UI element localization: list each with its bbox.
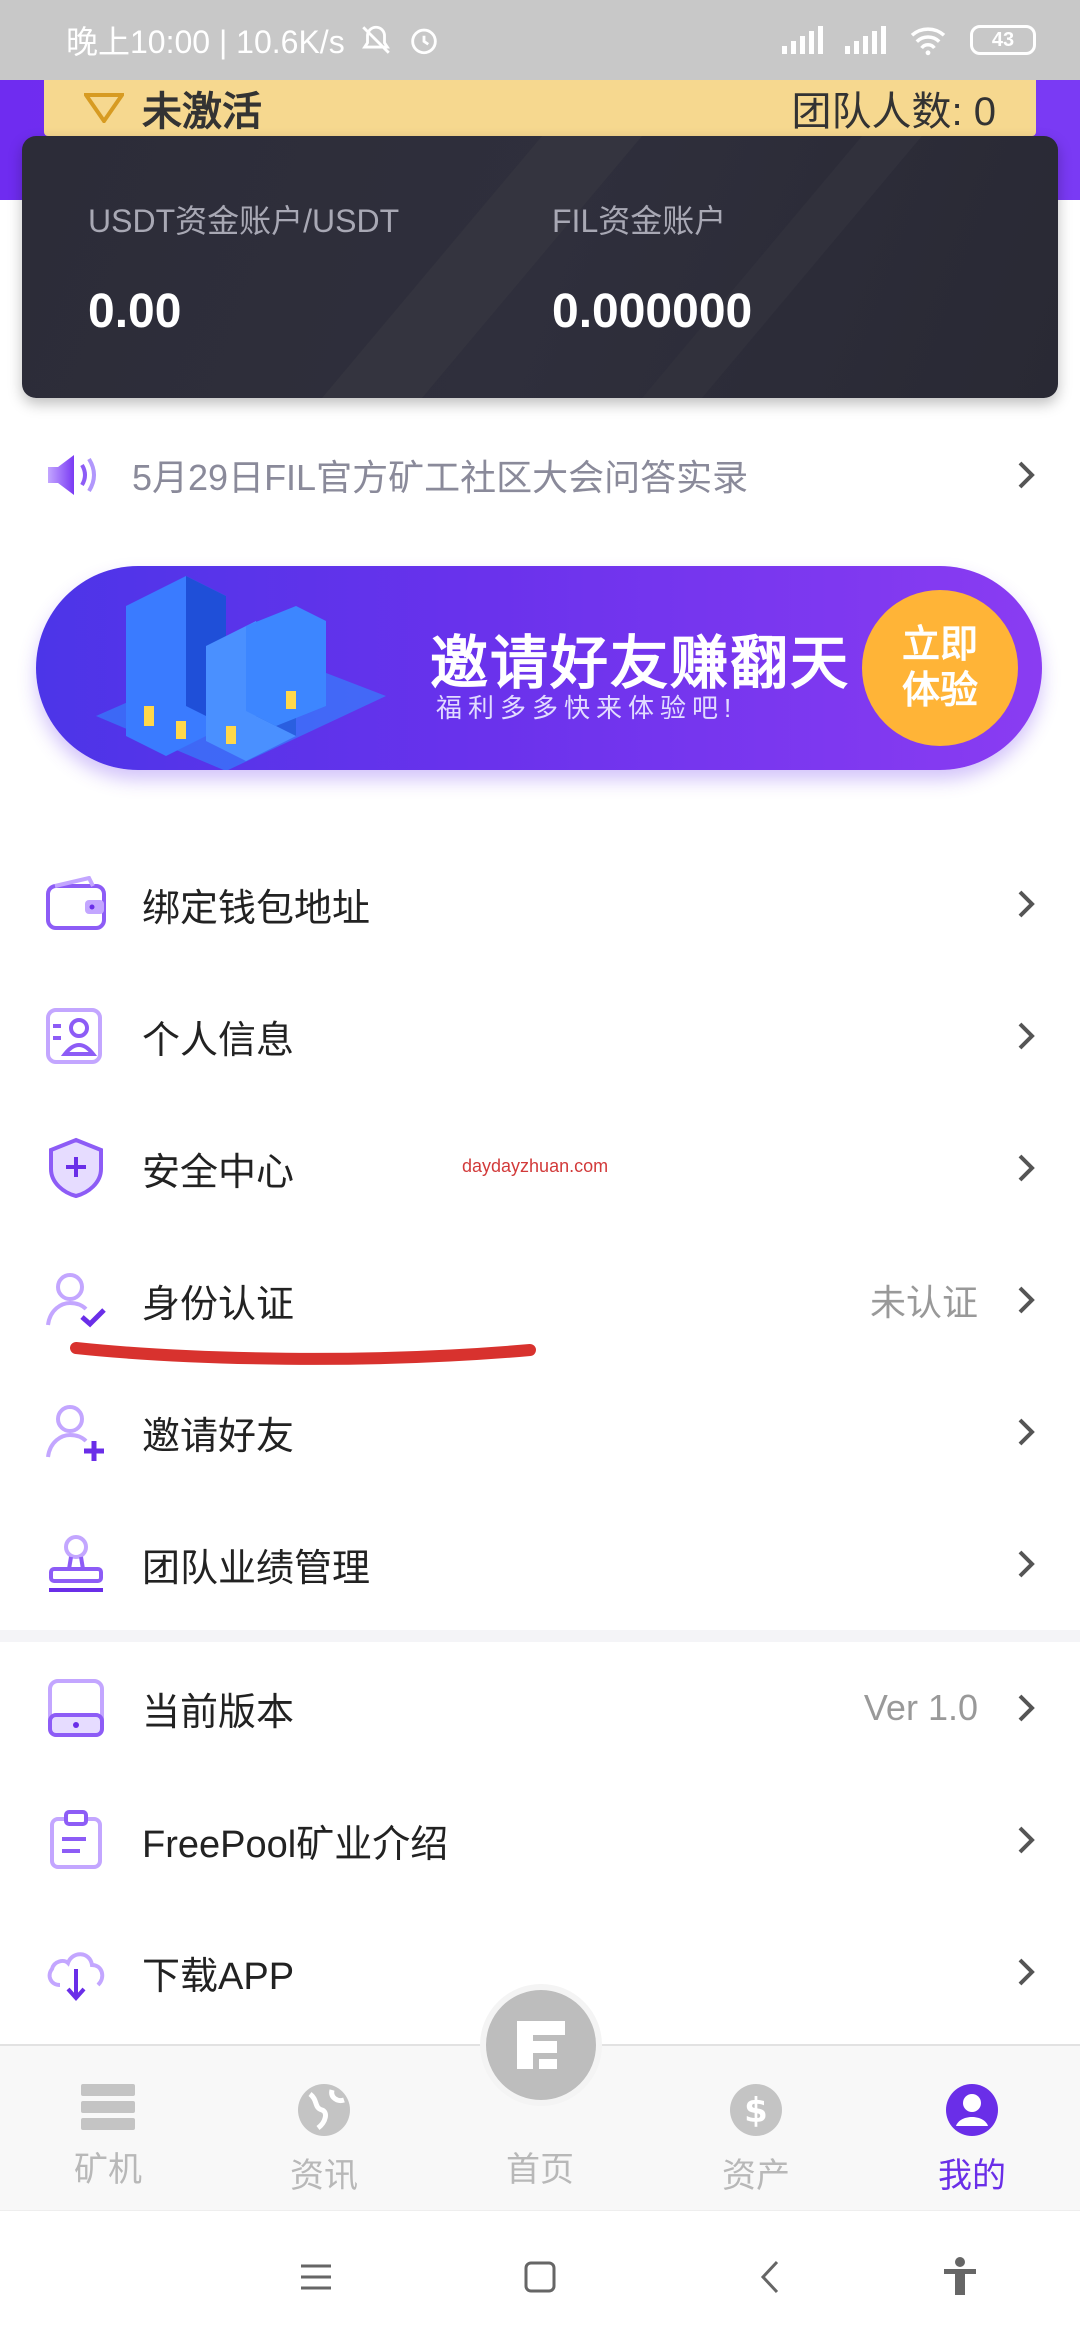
- banner-cta-button[interactable]: 立即 体验: [862, 590, 1018, 746]
- invite-banner[interactable]: 邀请好友赚翻天 福利多多快来体验吧! 立即 体验: [36, 566, 1042, 770]
- hamburger-icon: [301, 2264, 331, 2290]
- back-nav-button[interactable]: [740, 2255, 800, 2299]
- red-underline-annotation: [70, 1342, 536, 1365]
- person-icon: [946, 2084, 998, 2136]
- fil-account[interactable]: FIL资金账户 0.000000: [552, 196, 752, 339]
- chevron-right-icon: [1018, 1418, 1035, 1446]
- back-chevron-icon: [760, 2260, 779, 2294]
- square-icon: [524, 2261, 556, 2293]
- globe-icon: [298, 2084, 350, 2136]
- menu-label: 团队业绩管理: [142, 1547, 371, 1590]
- section-divider: [0, 1630, 1080, 1642]
- fil-account-value: 0.000000: [552, 285, 753, 338]
- accessibility-icon: [944, 2257, 976, 2295]
- menu-label: 绑定钱包地址: [142, 887, 371, 930]
- menu-item-team[interactable]: 团队业绩管理: [0, 1498, 1080, 1630]
- banner-subtitle: 福利多多快来体验吧!: [436, 693, 738, 723]
- menu-label: 身份认证: [142, 1283, 295, 1326]
- chevron-right-icon: [1018, 1826, 1035, 1854]
- chevron-right-icon: [1018, 461, 1035, 489]
- menu-item-about[interactable]: FreePool矿业介绍: [0, 1774, 1080, 1906]
- cta-line-1: 立即: [901, 624, 978, 666]
- alarm-icon: [410, 28, 437, 55]
- user-add-icon: [44, 1400, 108, 1464]
- menu-item-profile[interactable]: 个人信息: [0, 970, 1080, 1102]
- menu-nav-button[interactable]: [286, 2255, 346, 2299]
- accessibility-button[interactable]: [930, 2255, 990, 2299]
- menu-label: 当前版本: [142, 1691, 295, 1734]
- chevron-right-icon: [1018, 1022, 1035, 1050]
- tab-mine[interactable]: 我的: [902, 2082, 1042, 2197]
- home-logo-icon: [517, 2021, 565, 2069]
- menu-item-invite[interactable]: 邀请好友: [0, 1366, 1080, 1498]
- speaker-icon: [48, 455, 96, 495]
- user-check-icon: [44, 1268, 108, 1332]
- bell-off-icon: [361, 25, 390, 54]
- battery-icon: 43: [970, 25, 1036, 55]
- tab-label: 首页: [506, 2151, 574, 2189]
- stamp-icon: [44, 1532, 108, 1596]
- buildings-illustration: [96, 576, 386, 770]
- menu-label: 邀请好友: [142, 1415, 295, 1458]
- menu-label: 下载APP: [142, 1955, 295, 1998]
- chevron-right-icon: [1018, 1154, 1035, 1182]
- tab-miner[interactable]: 矿机: [38, 2082, 178, 2191]
- diamond-icon: [84, 93, 124, 123]
- chevron-right-icon: [1018, 1550, 1035, 1578]
- tab-assets[interactable]: $ 资产: [686, 2082, 826, 2197]
- cta-line-2: 体验: [901, 670, 978, 712]
- chevron-right-icon: [1018, 890, 1035, 918]
- level-status: 未激活: [142, 90, 262, 134]
- tab-label: 矿机: [74, 2151, 142, 2189]
- tab-label: 资讯: [290, 2157, 358, 2195]
- team-count: 团队人数: 0: [791, 90, 996, 134]
- shield-plus-icon: [44, 1136, 108, 1200]
- wallet-icon: [44, 872, 108, 936]
- chevron-right-icon: [1018, 1286, 1035, 1314]
- menu-item-wallet[interactable]: 绑定钱包地址: [0, 838, 1080, 970]
- usdt-account-label: USDT资金账户/USDT: [88, 203, 400, 239]
- menu-label: FreePool矿业介绍: [142, 1823, 449, 1866]
- signal-icon: [782, 26, 823, 54]
- watermark: daydayzhuan.com: [462, 1156, 609, 1176]
- notice-bar[interactable]: 5月29日FIL官方矿工社区大会问答实录: [44, 440, 1036, 510]
- version-value: Ver 1.0: [863, 1687, 978, 1728]
- identity-status: 未认证: [869, 1282, 978, 1323]
- tab-news[interactable]: 资讯: [254, 2082, 394, 2197]
- chevron-right-icon: [1018, 1694, 1035, 1722]
- status-time: 晚上10:00 | 10.6K/s: [66, 24, 345, 60]
- menu-primary: 绑定钱包地址 个人信息 安全中心 身份认证 未认证 邀请好友 团队业绩管理: [0, 838, 1080, 1630]
- tab-home[interactable]: 首页: [470, 2142, 610, 2191]
- svg-text:$: $: [744, 2091, 768, 2131]
- home-logo-button[interactable]: [480, 1984, 602, 2106]
- tablet-icon: [44, 1676, 108, 1740]
- level-card: 未激活 团队人数: 0: [44, 80, 1036, 136]
- wifi-icon: [910, 27, 946, 56]
- cloud-download-icon: [44, 1940, 108, 2004]
- server-icon: [81, 2084, 135, 2130]
- menu-label: 个人信息: [142, 1019, 295, 1062]
- clipboard-icon: [44, 1808, 108, 1872]
- usdt-account[interactable]: USDT资金账户/USDT 0.00: [88, 196, 399, 339]
- status-bar: 晚上10:00 | 10.6K/s 43: [0, 0, 1080, 80]
- signal-icon-2: [845, 26, 886, 54]
- home-nav-button[interactable]: [510, 2255, 570, 2299]
- tab-label: 资产: [722, 2157, 790, 2195]
- tab-label: 我的: [938, 2157, 1006, 2195]
- usdt-account-value: 0.00: [88, 285, 182, 338]
- menu-item-version[interactable]: 当前版本 Ver 1.0: [0, 1642, 1080, 1774]
- profile-card-icon: [44, 1004, 108, 1068]
- dollar-icon: $: [730, 2084, 782, 2136]
- menu-secondary: 当前版本 Ver 1.0 FreePool矿业介绍 下载APP: [0, 1642, 1080, 2038]
- menu-label: 安全中心: [142, 1151, 295, 1194]
- fil-account-label: FIL资金账户: [552, 203, 727, 239]
- system-nav-bar: [0, 2210, 1080, 2340]
- account-card[interactable]: USDT资金账户/USDT 0.00 FIL资金账户 0.000000: [22, 136, 1058, 398]
- chevron-right-icon: [1018, 1958, 1035, 1986]
- notice-text: 5月29日FIL官方矿工社区大会问答实录: [132, 457, 749, 498]
